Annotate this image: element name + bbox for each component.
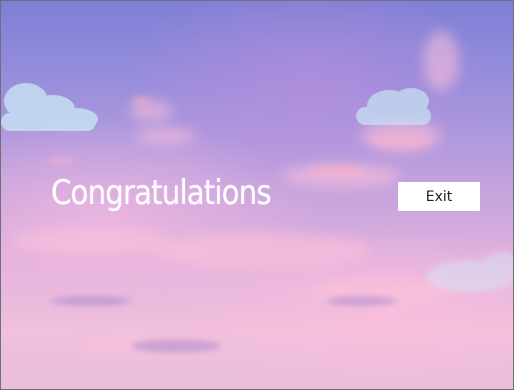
exit-button[interactable]: Exit — [398, 182, 480, 211]
blue-cloud-right — [356, 88, 431, 125]
congratulations-title: Congratulations — [51, 173, 272, 213]
blue-cloud-left — [1, 83, 98, 131]
blue-cloud-bottom-right — [426, 252, 513, 292]
game-screen: Congratulations Exit — [0, 0, 514, 390]
